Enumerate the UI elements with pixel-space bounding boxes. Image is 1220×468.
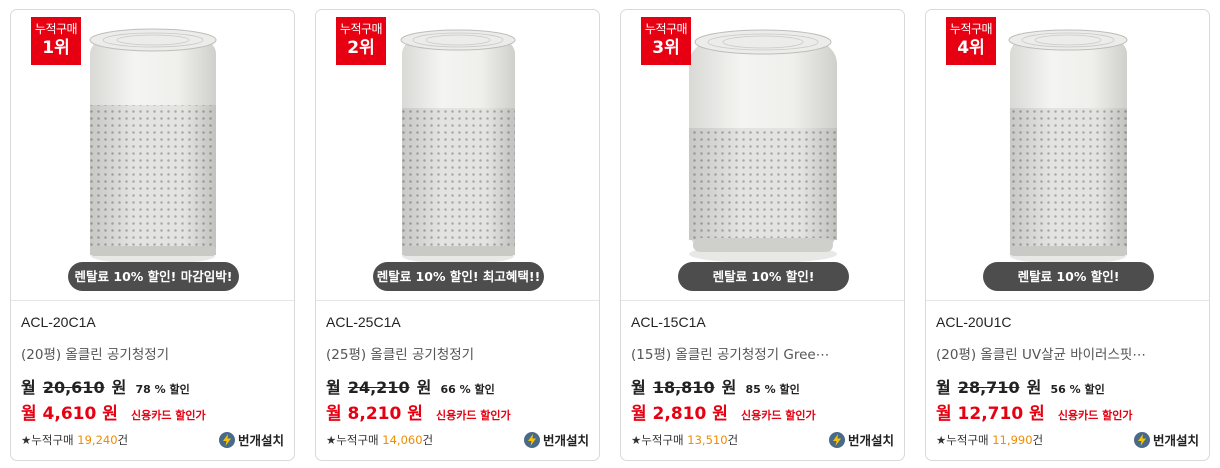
sold-unit: 건 bbox=[727, 433, 739, 447]
lightning-bolt-icon bbox=[523, 431, 540, 448]
price-prefix: 월 bbox=[631, 378, 646, 397]
product-image-area[interactable]: 누적구매 1위 렌탈료 10% 할인! 마감임박! bbox=[11, 10, 294, 300]
cumulative-sales: ★누적구매 13,510건 bbox=[631, 432, 738, 448]
quick-install-badge: 번개설치 bbox=[218, 430, 284, 449]
original-price: 28,710 bbox=[957, 378, 1020, 397]
discount-rate: 78 % 할인 bbox=[135, 383, 190, 396]
promo-pill: 렌탈료 10% 할인! 최고혜택!! bbox=[373, 262, 544, 291]
rank-badge: 누적구매 3위 bbox=[641, 17, 691, 65]
product-image-area[interactable]: 누적구매 3위 렌탈료 10% 할인! bbox=[621, 10, 904, 300]
model-code[interactable]: ACL-20C1A bbox=[21, 314, 96, 330]
product-image-area[interactable]: 누적구매 2위 렌탈료 10% 할인! 최고혜택!! bbox=[316, 10, 599, 300]
product-name[interactable]: (15평) 올클린 공기청정기 Gree⋯ bbox=[631, 343, 893, 363]
divider bbox=[621, 300, 904, 301]
price-unit: 원 bbox=[721, 378, 737, 397]
product-name[interactable]: (20평) 올클린 UV살균 바이러스핏⋯ bbox=[936, 343, 1198, 363]
sale-price-row: 월 8,210 원 신용카드 할인가 bbox=[326, 399, 511, 424]
divider bbox=[926, 300, 1209, 301]
sale-price: 월 2,810 원 bbox=[631, 404, 728, 424]
promo-pill: 렌탈료 10% 할인! bbox=[678, 262, 849, 291]
rank-label: 누적구매 bbox=[949, 22, 993, 36]
lightning-bolt-icon bbox=[218, 431, 235, 448]
sold-count: 11,990 bbox=[992, 433, 1033, 447]
original-price: 24,210 bbox=[347, 378, 410, 397]
rank-badge: 누적구매 2위 bbox=[336, 17, 386, 65]
price-prefix: 월 bbox=[936, 378, 951, 397]
product-name[interactable]: (25평) 올클린 공기청정기 bbox=[326, 343, 588, 363]
sold-unit: 건 bbox=[117, 433, 129, 447]
original-price: 20,610 bbox=[42, 378, 105, 397]
sale-price-row: 월 4,610 원 신용카드 할인가 bbox=[21, 399, 206, 424]
card-discount-note: 신용카드 할인가 bbox=[740, 409, 816, 422]
price-unit: 원 bbox=[416, 378, 432, 397]
product-card[interactable]: 누적구매 1위 렌탈료 10% 할인! 마감임박! ACL-20C1A (20평… bbox=[10, 9, 295, 461]
quick-install-badge: 번개설치 bbox=[523, 430, 589, 449]
sold-unit: 건 bbox=[422, 433, 434, 447]
model-code[interactable]: ACL-15C1A bbox=[631, 314, 706, 330]
install-label: 번개설치 bbox=[1152, 433, 1199, 448]
sold-unit: 건 bbox=[1032, 433, 1044, 447]
product-image-area[interactable]: 누적구매 4위 렌탈료 10% 할인! bbox=[926, 10, 1209, 300]
rank-label: 누적구매 bbox=[339, 22, 383, 36]
card-discount-note: 신용카드 할인가 bbox=[435, 409, 511, 422]
sale-price: 월 8,210 원 bbox=[326, 404, 423, 424]
product-card[interactable]: 누적구매 2위 렌탈료 10% 할인! 최고혜택!! ACL-25C1A (25… bbox=[315, 9, 600, 461]
install-label: 번개설치 bbox=[542, 433, 589, 448]
product-card[interactable]: 누적구매 3위 렌탈료 10% 할인! ACL-15C1A (15평) 올클린 … bbox=[620, 9, 905, 461]
cumulative-sales: ★누적구매 11,990건 bbox=[936, 432, 1043, 448]
original-price-row: 월 24,210 원 66 % 할인 bbox=[326, 374, 495, 398]
lightning-bolt-icon bbox=[828, 431, 845, 448]
rank-badge: 누적구매 1위 bbox=[31, 17, 81, 65]
sold-label: ★누적구매 bbox=[936, 433, 989, 447]
price-prefix: 월 bbox=[21, 378, 36, 397]
rank-number: 1위 bbox=[42, 38, 70, 58]
rank-badge: 누적구매 4위 bbox=[946, 17, 996, 65]
sold-label: ★누적구매 bbox=[631, 433, 684, 447]
rank-number: 2위 bbox=[347, 38, 375, 58]
sale-price: 월 4,610 원 bbox=[21, 404, 118, 424]
promo-pill: 렌탈료 10% 할인! bbox=[983, 262, 1154, 291]
discount-rate: 85 % 할인 bbox=[745, 383, 800, 396]
sold-label: ★누적구매 bbox=[21, 433, 74, 447]
product-name[interactable]: (20평) 올클린 공기청정기 bbox=[21, 343, 283, 363]
discount-rate: 66 % 할인 bbox=[440, 383, 495, 396]
original-price-row: 월 18,810 원 85 % 할인 bbox=[631, 374, 800, 398]
sold-count: 13,510 bbox=[687, 433, 728, 447]
sale-price-row: 월 2,810 원 신용카드 할인가 bbox=[631, 399, 816, 424]
price-unit: 원 bbox=[111, 378, 127, 397]
sale-price-row: 월 12,710 원 신용카드 할인가 bbox=[936, 399, 1132, 424]
rank-number: 4위 bbox=[957, 38, 985, 58]
sold-count: 19,240 bbox=[77, 433, 118, 447]
sale-price: 월 12,710 원 bbox=[936, 404, 1045, 424]
card-discount-note: 신용카드 할인가 bbox=[130, 409, 206, 422]
install-label: 번개설치 bbox=[847, 433, 894, 448]
price-unit: 원 bbox=[1026, 378, 1042, 397]
original-price-row: 월 20,610 원 78 % 할인 bbox=[21, 374, 190, 398]
sold-label: ★누적구매 bbox=[326, 433, 379, 447]
quick-install-badge: 번개설치 bbox=[828, 430, 894, 449]
product-grid: 누적구매 1위 렌탈료 10% 할인! 마감임박! ACL-20C1A (20평… bbox=[0, 0, 1220, 468]
price-prefix: 월 bbox=[326, 378, 341, 397]
discount-rate: 56 % 할인 bbox=[1050, 383, 1105, 396]
promo-pill: 렌탈료 10% 할인! 마감임박! bbox=[68, 262, 239, 291]
rank-label: 누적구매 bbox=[644, 22, 688, 36]
rank-label: 누적구매 bbox=[34, 22, 78, 36]
rank-number: 3위 bbox=[652, 38, 680, 58]
product-card[interactable]: 누적구매 4위 렌탈료 10% 할인! ACL-20U1C (20평) 올클린 … bbox=[925, 9, 1210, 461]
divider bbox=[316, 300, 599, 301]
install-label: 번개설치 bbox=[237, 433, 284, 448]
lightning-bolt-icon bbox=[1133, 431, 1150, 448]
cumulative-sales: ★누적구매 19,240건 bbox=[21, 432, 128, 448]
model-code[interactable]: ACL-25C1A bbox=[326, 314, 401, 330]
divider bbox=[11, 300, 294, 301]
model-code[interactable]: ACL-20U1C bbox=[936, 314, 1011, 330]
sold-count: 14,060 bbox=[382, 433, 423, 447]
original-price-row: 월 28,710 원 56 % 할인 bbox=[936, 374, 1105, 398]
card-discount-note: 신용카드 할인가 bbox=[1057, 409, 1133, 422]
cumulative-sales: ★누적구매 14,060건 bbox=[326, 432, 433, 448]
quick-install-badge: 번개설치 bbox=[1133, 430, 1199, 449]
original-price: 18,810 bbox=[652, 378, 715, 397]
